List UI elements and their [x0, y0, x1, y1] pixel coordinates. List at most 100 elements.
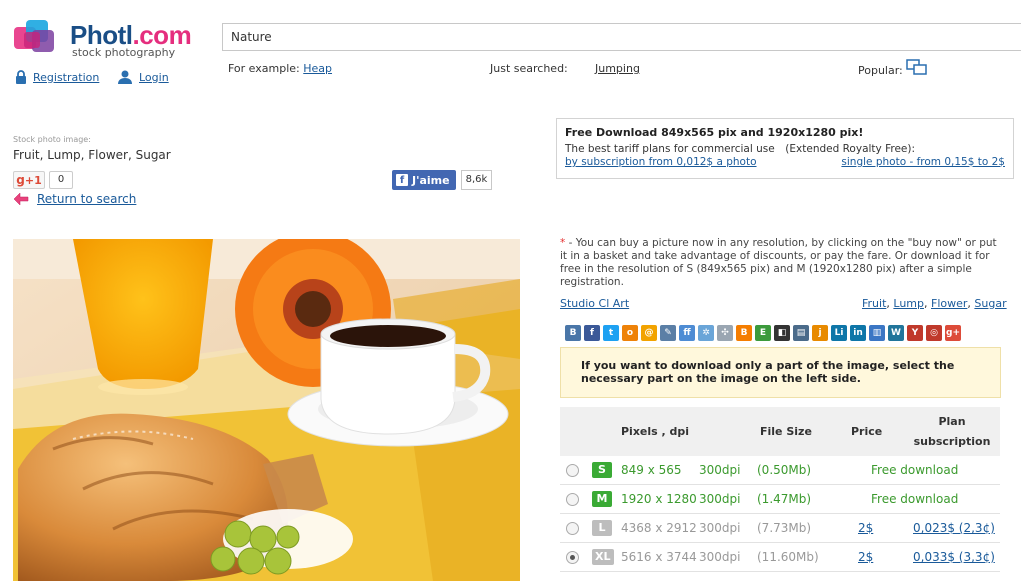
gear-share-icon[interactable]: ✲: [698, 325, 714, 341]
pixels-cell: 5616 x 3744: [621, 550, 697, 564]
table-row[interactable]: L 4368 x 2912 300dpi (7.73Mb) 2$ 0,023$ (2,3¢…: [560, 514, 1000, 543]
login-label[interactable]: Login: [139, 71, 169, 84]
crop-tip: If you want to download only a part of t…: [560, 347, 1001, 398]
facebook-like-count: 8,6k: [460, 170, 493, 190]
image-tags: Fruit, Lump, Flower, Sugar: [13, 148, 171, 162]
logo-subtitle: stock photography: [72, 46, 176, 59]
header-size: File Size: [760, 425, 812, 438]
stock-photo[interactable]: [13, 239, 520, 581]
table-row[interactable]: S 849 x 565 300dpi (0.50Mb) Free download: [560, 456, 1000, 485]
size-radio[interactable]: [566, 521, 579, 535]
promo-text: The best tariff plans for commercial use: [565, 143, 775, 155]
dpi-cell: 300dpi: [699, 492, 741, 506]
return-to-search[interactable]: Return to search: [13, 192, 136, 206]
plan-link[interactable]: 0,033$ (3,3¢): [913, 550, 995, 564]
gplus-button[interactable]: g+1: [13, 171, 45, 189]
evernote-icon[interactable]: E: [755, 325, 771, 341]
odnoklassniki-icon[interactable]: o: [622, 325, 638, 341]
search-input[interactable]: [222, 23, 1021, 51]
popular-windows-icon[interactable]: [906, 59, 928, 75]
friendfeed-icon[interactable]: ff: [679, 325, 695, 341]
pricing-table: Pixels , dpi File Size Price Plan subscr…: [560, 407, 1000, 572]
logo-mark[interactable]: [14, 18, 58, 56]
yahoo-icon[interactable]: Y: [907, 325, 923, 341]
header-plan: Plan subscription: [913, 414, 991, 448]
subscription-link[interactable]: by subscription from 0,012$ a photo: [565, 156, 757, 168]
size-cell: (1.47Mb): [757, 492, 812, 506]
pixels-cell: 1920 x 1280: [621, 492, 697, 506]
gplus-count: 0: [49, 171, 73, 189]
googleplus-icon[interactable]: g+: [945, 325, 961, 341]
tag-link[interactable]: Lump: [893, 297, 924, 310]
size-radio[interactable]: [566, 492, 579, 506]
juick-icon[interactable]: j: [812, 325, 828, 341]
single-photo-link[interactable]: single photo - from 0,15$ to 2$: [841, 156, 1005, 168]
plan-link[interactable]: 0,023$ (2,3¢): [913, 521, 995, 535]
just-searched-link[interactable]: Jumping: [595, 62, 640, 75]
promo-text-right: (Extended Royalty Free):: [785, 143, 915, 155]
blogger-icon[interactable]: B: [736, 325, 752, 341]
dpi-cell: 300dpi: [699, 550, 741, 564]
size-radio[interactable]: [566, 463, 579, 477]
size-radio[interactable]: [566, 550, 579, 564]
liveinternet-icon[interactable]: ▤: [793, 325, 809, 341]
registration-link[interactable]: Registration: [15, 70, 99, 84]
facebook-icon[interactable]: f: [584, 325, 600, 341]
size-cell: (7.73Mb): [757, 521, 812, 535]
table-row[interactable]: XL 5616 x 3744 300dpi (11.60Mb) 2$ 0,033$ (3,…: [560, 543, 1000, 572]
wordpress-icon[interactable]: W: [888, 325, 904, 341]
price-link[interactable]: 2$: [858, 521, 873, 535]
pixels-cell: 4368 x 2912: [621, 521, 697, 535]
registration-label[interactable]: Registration: [33, 71, 99, 84]
size-badge: L: [592, 520, 612, 536]
author-link[interactable]: Studio Cl Art: [560, 297, 629, 310]
lock-icon: [16, 70, 26, 84]
puzzle-icon[interactable]: ✣: [717, 325, 733, 341]
login-link[interactable]: Login: [117, 70, 169, 84]
just-searched-label: Just searched:: [490, 62, 568, 75]
header-pixels: Pixels , dpi: [621, 425, 690, 438]
price-link[interactable]: 2$: [858, 550, 873, 564]
image-label: Stock photo image:: [13, 135, 91, 144]
return-to-search-link[interactable]: Return to search: [37, 192, 136, 206]
facebook-like[interactable]: f J'aime 8,6k: [392, 170, 493, 190]
tag-link[interactable]: Flower: [931, 297, 967, 310]
table-row[interactable]: M 1920 x 1280 300dpi (1.47Mb) Free download: [560, 485, 1000, 514]
user-icon: [118, 70, 132, 84]
linkedin-icon[interactable]: Li: [831, 325, 847, 341]
size-badge: XL: [592, 549, 614, 565]
size-badge: S: [592, 462, 612, 478]
facebook-like-button[interactable]: f J'aime: [392, 170, 456, 190]
promo-title: Free Download 849x565 pix and 1920x1280 …: [565, 126, 864, 139]
twitter-icon[interactable]: t: [603, 325, 619, 341]
header-price: Price: [851, 425, 883, 438]
linkedin-in-icon[interactable]: in: [850, 325, 866, 341]
google-plus-one[interactable]: g+1 0: [13, 171, 73, 189]
dpi-cell: 300dpi: [699, 463, 741, 477]
target-icon[interactable]: ◎: [926, 325, 942, 341]
back-arrow-icon: [13, 192, 29, 206]
size-cell: (11.60Mb): [757, 550, 819, 564]
promo-box: Free Download 849x565 pix and 1920x1280 …: [556, 118, 1014, 179]
bars-icon[interactable]: ▥: [869, 325, 885, 341]
free-download-link[interactable]: Free download: [871, 463, 958, 477]
dpi-cell: 300dpi: [699, 521, 741, 535]
tag-link[interactable]: Sugar: [974, 297, 1006, 310]
free-download-link[interactable]: Free download: [871, 492, 958, 506]
popular-label: Popular:: [858, 64, 903, 77]
size-badge: M: [592, 491, 612, 507]
mailru-icon[interactable]: @: [641, 325, 657, 341]
delicious-icon[interactable]: ◧: [774, 325, 790, 341]
purchase-note: * - You can buy a picture now in any res…: [560, 237, 997, 288]
example-hint: For example: Heap: [228, 62, 333, 75]
share-bar: Bf t o @ ✎ ff ✲ ✣ B E ◧ ▤ j Li in ▥ W Y ◎ g+: [565, 325, 961, 341]
table-header: Pixels , dpi File Size Price Plan subscr…: [560, 407, 1000, 456]
vkontakte-icon[interactable]: B: [565, 325, 581, 341]
pixels-cell: 849 x 565: [621, 463, 682, 477]
tag-list: Fruit, Lump, Flower, Sugar: [862, 297, 1007, 310]
facebook-icon: f: [396, 174, 408, 186]
example-link[interactable]: Heap: [303, 62, 332, 75]
tag-link[interactable]: Fruit: [862, 297, 886, 310]
size-cell: (0.50Mb): [757, 463, 812, 477]
livejournal-icon[interactable]: ✎: [660, 325, 676, 341]
